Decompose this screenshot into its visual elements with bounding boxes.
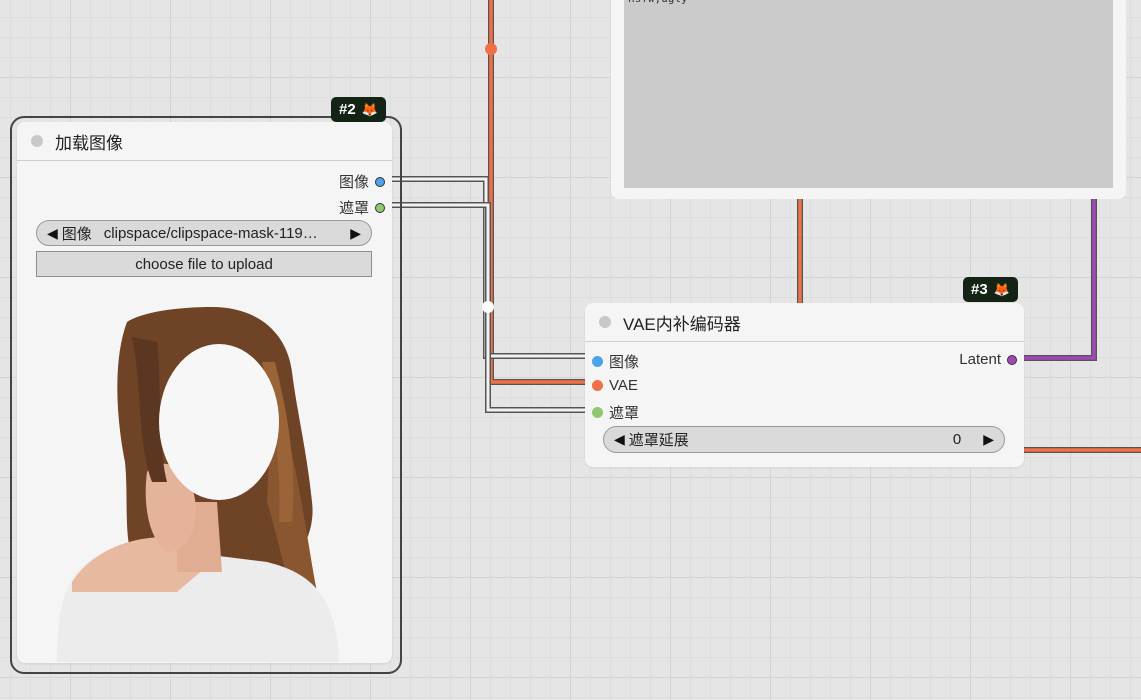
grow-mask-value: 0: [952, 431, 962, 448]
node-badge: #2 🦊: [331, 97, 386, 122]
node-badge: #3 🦊: [963, 277, 1018, 302]
reroute-dot: [485, 43, 497, 55]
node-title: VAE内补编码器: [623, 314, 741, 334]
reroute-dot: [482, 301, 494, 313]
load-image-node[interactable]: 加载图像 图像 遮罩 ◀ 图像 clipspace/clipspace-mask…: [17, 122, 392, 663]
prompt-node[interactable]: nsfw,ugly: [611, 0, 1126, 199]
image-input-dot[interactable]: [592, 356, 603, 367]
input-mask-label: 遮罩: [609, 405, 640, 422]
collapse-dot[interactable]: [599, 316, 611, 328]
output-latent-label: Latent: [959, 351, 1001, 368]
left-arrow-icon[interactable]: ◀: [614, 431, 625, 448]
node-id-label: #3: [971, 281, 988, 298]
fox-icon: 🦊: [361, 101, 378, 117]
right-arrow-icon[interactable]: ▶: [983, 431, 994, 448]
output-latent-slot[interactable]: Latent: [959, 351, 1017, 368]
grow-mask-widget[interactable]: ◀ 遮罩延展 0 ▶: [603, 426, 1005, 453]
grow-mask-label: 遮罩延展: [628, 432, 689, 449]
node-id-label: #2: [339, 101, 356, 118]
node-title-bar[interactable]: VAE内补编码器: [585, 303, 1024, 342]
prompt-textarea[interactable]: nsfw,ugly: [624, 0, 1113, 188]
input-mask-slot[interactable]: 遮罩: [592, 402, 639, 423]
mask-input-dot[interactable]: [592, 407, 603, 418]
vae-input-dot[interactable]: [592, 380, 603, 391]
input-image-slot[interactable]: 图像: [592, 351, 639, 372]
input-image-label: 图像: [609, 354, 640, 371]
latent-output-dot[interactable]: [1007, 354, 1017, 365]
input-vae-slot[interactable]: VAE: [592, 377, 638, 394]
fox-icon: 🦊: [993, 281, 1010, 297]
vae-encode-inpaint-node[interactable]: VAE内补编码器 图像 VAE 遮罩 Latent ◀ 遮罩延展 0 ▶: [585, 303, 1024, 467]
input-vae-label: VAE: [609, 377, 638, 394]
image-preview: [57, 307, 339, 662]
